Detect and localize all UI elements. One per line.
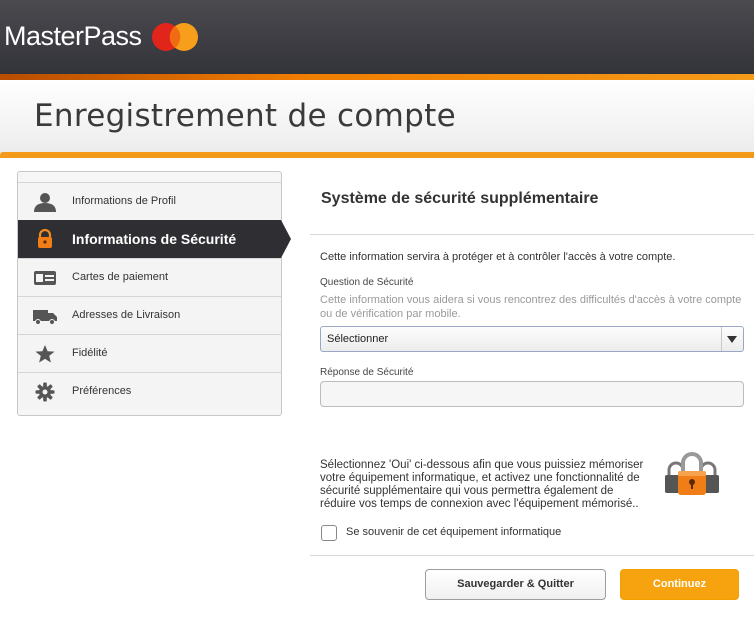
security-answer-input[interactable]: [320, 381, 744, 407]
sidebar-item-label: Cartes de paiement: [72, 271, 168, 283]
sidebar-item-preferences[interactable]: Préférences: [18, 372, 281, 410]
mastercard-logo-icon: [152, 23, 198, 51]
page-title: Enregistrement de compte: [34, 98, 456, 134]
sidebar-nav: Informations de Profil Informations de S…: [17, 171, 291, 416]
chevron-down-icon: [727, 336, 737, 343]
user-icon: [34, 193, 56, 212]
sidebar-item-label: Informations de Profil: [72, 195, 176, 207]
sidebar-item-cartes[interactable]: Cartes de paiement: [18, 258, 281, 296]
info-text: Cette information servira à protéger et …: [320, 251, 676, 263]
card-icon: [34, 271, 56, 285]
security-question-help: Cette information vous aidera si vous re…: [320, 294, 742, 320]
sidebar-item-label: Fidélité: [72, 347, 108, 359]
sidebar-item-fidelite[interactable]: Fidélité: [18, 334, 281, 372]
title-underline: [0, 152, 754, 158]
remember-device-checkbox[interactable]: [321, 525, 337, 541]
sidebar-item-label: Informations de Sécurité: [72, 231, 237, 247]
lock-icon: [38, 229, 52, 248]
security-answer-label: Réponse de Sécurité: [320, 367, 414, 378]
sidebar-item-label: Préférences: [72, 385, 132, 397]
remember-device-text: Sélectionnez 'Oui' ci-dessous afin que v…: [320, 459, 644, 510]
sidebar-item-label: Adresses de Livraison: [72, 309, 181, 321]
remember-device-label: Se souvenir de cet équipement informatiq…: [346, 526, 562, 538]
padlocks-icon: [665, 452, 719, 495]
star-icon: [35, 345, 55, 363]
security-question-select[interactable]: Sélectionner: [320, 326, 744, 352]
continue-button[interactable]: Continuez: [620, 569, 739, 600]
brand-logo-text: MasterPass: [4, 21, 142, 51]
sidebar-item-securite[interactable]: Informations de Sécurité: [18, 220, 291, 258]
active-indicator-arrow: [281, 220, 291, 258]
sidebar-item-livraison[interactable]: Adresses de Livraison: [18, 296, 281, 334]
truck-icon: [33, 310, 57, 325]
select-value: Sélectionner: [327, 333, 389, 345]
section-title: Système de sécurité supplémentaire: [321, 190, 599, 207]
security-question-label: Question de Sécurité: [320, 277, 414, 288]
save-quit-button[interactable]: Sauvegarder & Quitter: [425, 569, 606, 600]
footer-divider: [310, 555, 754, 556]
sidebar-item-profil[interactable]: Informations de Profil: [18, 182, 281, 220]
section-divider: [310, 234, 754, 235]
gear-icon: [35, 382, 55, 402]
